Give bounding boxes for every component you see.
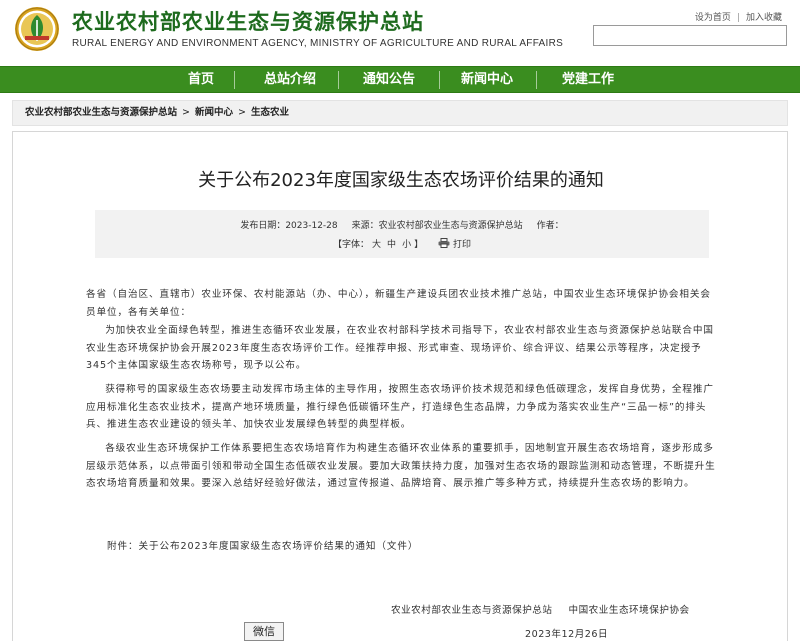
article-panel: 关于公布2023年度国家级生态农场评价结果的通知 发布日期：2023-12-28…: [12, 131, 788, 641]
font-size-medium-button[interactable]: 中: [387, 240, 396, 250]
printer-icon[interactable]: [438, 238, 450, 248]
article-salutation: 各省（自治区、直辖市）农业环保、农村能源站（办、中心），新疆生产建设兵团农业技术…: [86, 289, 711, 318]
source-value: 农业农村部农业生态与资源保护总站: [378, 221, 523, 231]
breadcrumb: 农业农村部农业生态与资源保护总站 > 新闻中心 > 生态农业: [12, 100, 788, 126]
font-size-label: 【字体：: [333, 240, 370, 250]
sign-date: 2023年12月26日: [525, 629, 609, 640]
top-links-divider: |: [736, 13, 740, 23]
article-meta: 发布日期：2023-12-28 来源：农业农村部农业生态与资源保护总站 作者： 【字…: [95, 210, 709, 258]
date-label: 发布日期：: [240, 221, 286, 231]
nav-divider: [338, 71, 339, 89]
font-size-close: 】: [414, 240, 424, 250]
font-size-small-button[interactable]: 小: [402, 240, 411, 250]
signer-association: 中国农业生态环境保护协会: [568, 605, 690, 616]
meta-tools-line: 【字体：大中小】 打印: [95, 237, 709, 250]
breadcrumb-separator: >: [182, 107, 190, 118]
nav-item-party[interactable]: 党建工作: [550, 67, 626, 93]
breadcrumb-item-home[interactable]: 农业农村部农业生态与资源保护总站: [25, 107, 177, 118]
breadcrumb-item-news[interactable]: 新闻中心: [195, 107, 233, 118]
publish-date: 2023-12-28: [285, 221, 338, 231]
breadcrumb-separator: >: [238, 107, 246, 118]
article-paragraph: 获得称号的国家级生态农场要主动发挥市场主体的主导作用，按照生态农场评价技术规范和…: [86, 384, 714, 430]
nav-item-about[interactable]: 总站介绍: [252, 67, 328, 93]
wechat-share-button[interactable]: 微信: [244, 622, 284, 641]
signer-agency: 农业农村部农业生态与资源保护总站: [391, 605, 553, 616]
font-size-large-button[interactable]: 大: [372, 240, 381, 250]
source-label: 来源：: [351, 221, 379, 231]
site-header: 农业农村部农业生态与资源保护总站 RURAL ENERGY AND ENVIRO…: [0, 0, 800, 66]
article-paragraph: 为加快农业全面绿色转型，推进生态循环农业发展，在农业农村部科学技术司指导下，农业…: [86, 325, 714, 371]
site-title: 农业农村部农业生态与资源保护总站: [72, 10, 424, 34]
nav-item-news[interactable]: 新闻中心: [449, 67, 525, 93]
nav-divider: [439, 71, 440, 89]
nav-divider: [536, 71, 537, 89]
attachment-link[interactable]: 附件：关于公布2023年度国家级生态农场评价结果的通知（文件）: [107, 538, 418, 552]
article-paragraph: 各级农业生态环境保护工作体系要把生态农场培育作为构建生态循环农业体系的重要抓手，…: [86, 443, 716, 489]
signers: 农业农村部农业生态与资源保护总站 中国农业生态环境保护协会: [391, 602, 690, 616]
search-input[interactable]: [593, 25, 787, 46]
nav-item-home[interactable]: 首页: [168, 67, 234, 93]
nav-item-notices[interactable]: 通知公告: [351, 67, 427, 93]
top-links: 设为首页 | 加入收藏: [695, 10, 782, 23]
author-label: 作者：: [536, 221, 564, 231]
article-title: 关于公布2023年度国家级生态农场评价结果的通知: [198, 170, 604, 191]
add-favorite-link[interactable]: 加入收藏: [746, 10, 782, 23]
set-home-link[interactable]: 设为首页: [695, 10, 731, 23]
breadcrumb-item-eco-agriculture[interactable]: 生态农业: [251, 107, 289, 118]
print-button[interactable]: 打印: [453, 240, 471, 250]
site-subtitle: RURAL ENERGY AND ENVIRONMENT AGENCY, MIN…: [72, 38, 564, 49]
nav-divider: [234, 71, 235, 89]
main-nav: 首页 总站介绍 通知公告 新闻中心 党建工作: [0, 66, 800, 93]
meta-info-line: 发布日期：2023-12-28 来源：农业农村部农业生态与资源保护总站 作者：: [95, 218, 709, 231]
agency-emblem-icon[interactable]: [14, 6, 60, 52]
